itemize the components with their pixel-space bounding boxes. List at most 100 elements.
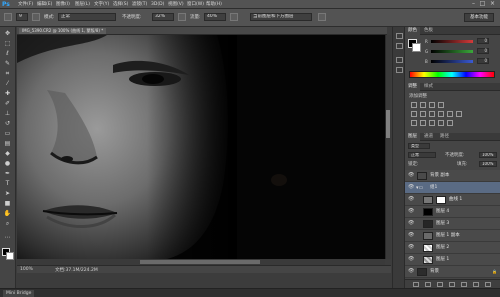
gradient-tool-icon[interactable]: ▤: [3, 140, 12, 148]
airbrush-icon[interactable]: [230, 13, 238, 21]
path-select-tool-icon[interactable]: ➤: [3, 190, 12, 198]
menu-type[interactable]: 文字(Y): [94, 0, 109, 9]
visibility-eye-icon[interactable]: 👁: [408, 245, 414, 250]
layer-row-layer-2[interactable]: 👁 图层 2: [405, 242, 500, 254]
pressure-size-icon[interactable]: [318, 13, 326, 21]
pen-tool-icon[interactable]: ✒: [3, 170, 12, 178]
menu-3d[interactable]: 3D(D): [151, 0, 164, 9]
blur-tool-icon[interactable]: ◆: [3, 150, 12, 158]
hue-saturation-adjust-icon[interactable]: [420, 111, 426, 117]
lasso-tool-icon[interactable]: ℓ: [3, 50, 12, 58]
link-layers-icon[interactable]: [413, 282, 419, 287]
visibility-eye-icon[interactable]: 👁: [408, 209, 414, 214]
layer-name[interactable]: 图层 1: [436, 257, 449, 262]
tab-adjustments[interactable]: 调整: [405, 83, 420, 91]
brush-tool-icon[interactable]: ✐: [3, 100, 12, 108]
red-value[interactable]: 0: [477, 38, 489, 44]
layer-name[interactable]: 曲线 1: [449, 197, 462, 202]
blue-track[interactable]: [431, 60, 473, 63]
menu-image[interactable]: 图像(I): [56, 0, 70, 9]
posterize-adjust-icon[interactable]: [420, 120, 426, 126]
layer-row-layer-4[interactable]: 👁 图层 4: [405, 206, 500, 218]
tab-layers[interactable]: 图层: [405, 133, 420, 141]
maximize-button[interactable]: □: [479, 1, 486, 7]
menu-filter[interactable]: 滤镜(T): [132, 0, 147, 9]
brush-size-field[interactable]: 9: [16, 13, 28, 21]
color-balance-adjust-icon[interactable]: [429, 111, 435, 117]
history-brush-tool-icon[interactable]: ↺: [3, 120, 12, 128]
brush-panel-toggle-icon[interactable]: [32, 13, 40, 21]
move-tool-icon[interactable]: ✥: [3, 30, 12, 38]
quick-select-tool-icon[interactable]: ✎: [3, 60, 12, 68]
layer-opacity-field[interactable]: 100%: [479, 152, 497, 158]
marquee-tool-icon[interactable]: ⬚: [3, 40, 12, 48]
zoom-level[interactable]: 100%: [20, 267, 33, 272]
document-size-info[interactable]: 文档:37.1M/224.2M: [55, 267, 98, 273]
properties-panel-icon[interactable]: [396, 43, 403, 49]
invert-adjust-icon[interactable]: [411, 120, 417, 126]
layer-name[interactable]: 背景 副本: [430, 173, 449, 178]
channel-mixer-adjust-icon[interactable]: [456, 111, 462, 117]
brush-preset-icon[interactable]: [4, 13, 12, 21]
selective-color-adjust-icon[interactable]: [447, 120, 453, 126]
layer-row-layer-1-copy[interactable]: 👁 图层 1 副本: [405, 230, 500, 242]
gradient-map-adjust-icon[interactable]: [438, 120, 444, 126]
tab-channels[interactable]: 通道: [421, 133, 436, 141]
blue-value[interactable]: 0: [477, 58, 489, 64]
layer-row-background-copy[interactable]: 👁 背景 副本: [405, 170, 500, 182]
layer-kind-filter[interactable]: 类型: [408, 143, 430, 149]
visibility-eye-icon[interactable]: 👁: [408, 257, 414, 262]
levels-adjust-icon[interactable]: [420, 102, 426, 108]
vibrance-adjust-icon[interactable]: [411, 111, 417, 117]
workspace-switcher[interactable]: 基本功能: [464, 13, 494, 22]
exposure-adjust-icon[interactable]: [438, 102, 444, 108]
tab-color[interactable]: 颜色: [405, 27, 420, 35]
flow-field[interactable]: 40%: [204, 13, 226, 21]
visibility-eye-icon[interactable]: 👁: [408, 233, 414, 238]
visibility-eye-icon[interactable]: 👁: [408, 221, 414, 226]
tab-styles[interactable]: 样式: [421, 83, 436, 91]
shape-tool-icon[interactable]: ■: [3, 200, 12, 208]
fill-field[interactable]: 100%: [479, 161, 497, 167]
character-panel-icon[interactable]: [396, 57, 403, 63]
layer-name[interactable]: 图层 3: [436, 221, 449, 226]
opacity-field[interactable]: 32%: [152, 13, 174, 21]
history-panel-icon[interactable]: [396, 33, 403, 39]
dodge-tool-icon[interactable]: ●: [3, 160, 12, 168]
zoom-tool-icon[interactable]: ⌕: [3, 220, 12, 228]
green-track[interactable]: [431, 50, 473, 53]
brightness-adjust-icon[interactable]: [411, 102, 417, 108]
menu-view[interactable]: 视图(V): [168, 0, 184, 9]
paragraph-panel-icon[interactable]: [396, 67, 403, 73]
green-value[interactable]: 0: [477, 48, 489, 54]
blue-slider[interactable]: B 0: [405, 58, 500, 64]
layer-row-layer-1[interactable]: 👁 图层 1: [405, 254, 500, 266]
green-slider[interactable]: G 0: [405, 48, 500, 54]
close-window-button[interactable]: ×: [489, 1, 496, 7]
visibility-eye-icon[interactable]: 👁: [408, 269, 414, 274]
layer-name[interactable]: 背景: [430, 269, 439, 274]
menu-select[interactable]: 选择(S): [113, 0, 128, 9]
visibility-eye-icon[interactable]: 👁: [408, 173, 414, 178]
black-white-adjust-icon[interactable]: [438, 111, 444, 117]
mini-bridge-tab[interactable]: Mini Bridge: [3, 290, 35, 297]
eyedropper-tool-icon[interactable]: ⁄: [3, 80, 12, 88]
layer-name[interactable]: 图层 2: [436, 245, 449, 250]
threshold-adjust-icon[interactable]: [429, 120, 435, 126]
blend-mode-select[interactable]: 正常: [408, 152, 436, 158]
healing-brush-tool-icon[interactable]: ✚: [3, 90, 12, 98]
layer-row-layer-3[interactable]: 👁 图层 3: [405, 218, 500, 230]
minimize-button[interactable]: –: [470, 1, 477, 7]
menu-window[interactable]: 窗口(W): [187, 0, 204, 9]
menu-help[interactable]: 帮助(H): [206, 0, 222, 9]
layer-name[interactable]: 图层 4: [436, 209, 449, 214]
vertical-scroll-thumb[interactable]: [386, 110, 390, 138]
document-canvas[interactable]: [17, 35, 385, 259]
layer-name[interactable]: 图层 1 副本: [436, 233, 460, 238]
add-mask-icon[interactable]: [437, 282, 443, 287]
eraser-tool-icon[interactable]: ▭: [3, 130, 12, 138]
red-track[interactable]: [431, 40, 473, 43]
sample-select[interactable]: 当前图层和下方图层: [250, 13, 312, 21]
horizontal-scroll-thumb[interactable]: [140, 260, 260, 264]
color-spectrum-ramp[interactable]: [409, 71, 495, 78]
